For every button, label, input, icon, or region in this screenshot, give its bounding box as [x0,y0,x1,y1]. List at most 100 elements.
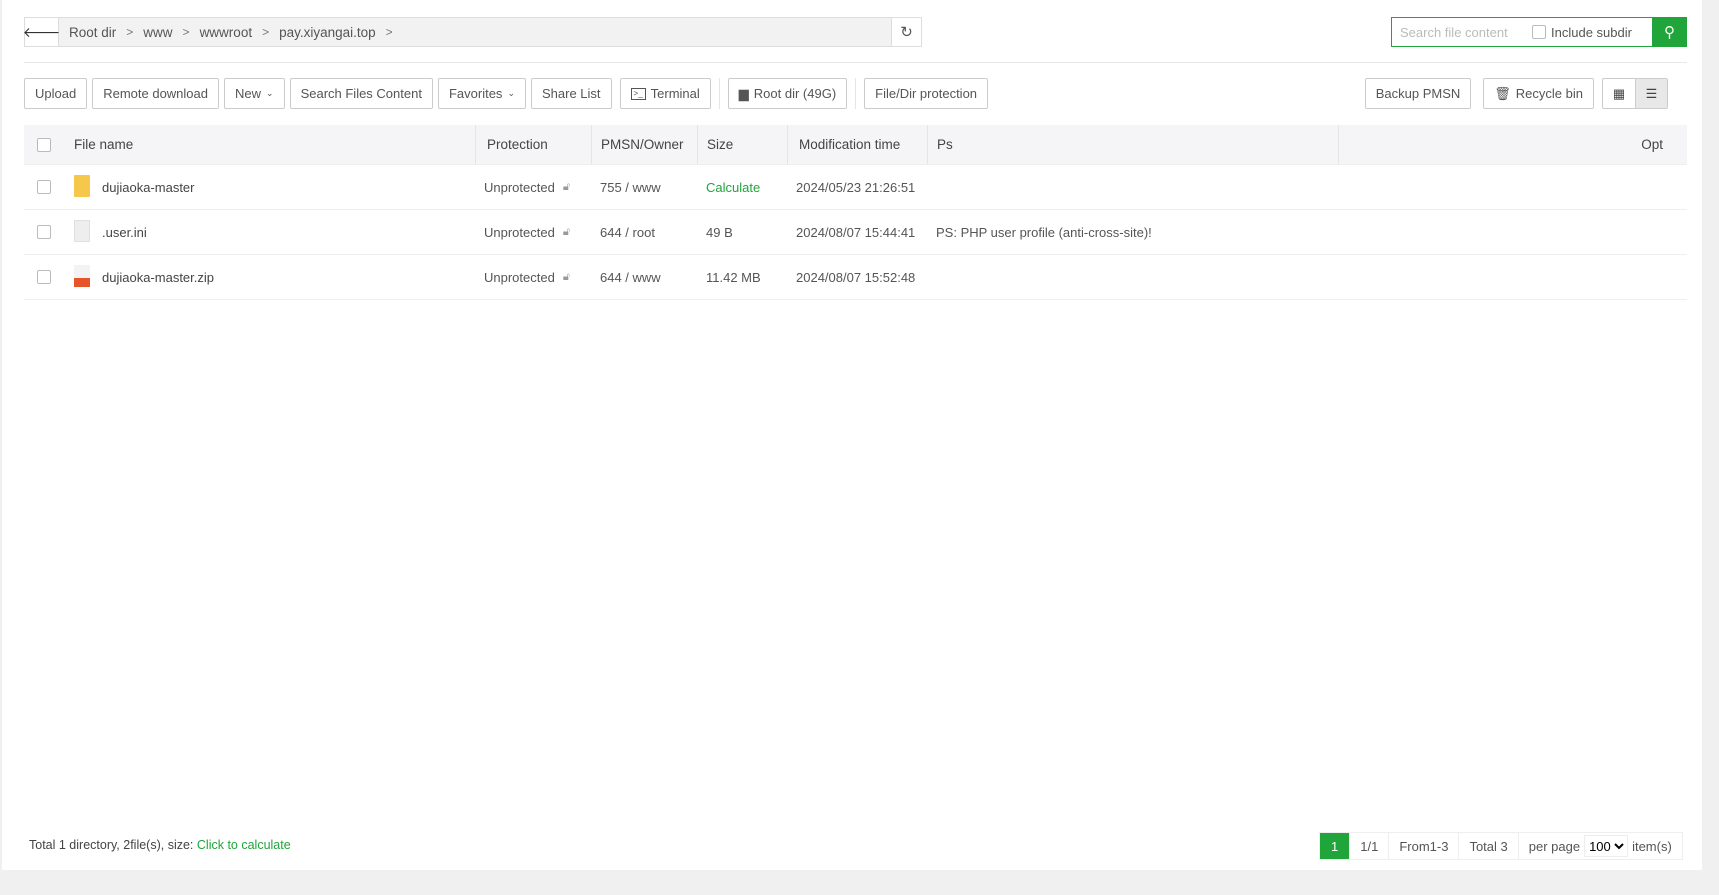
file-name-cell[interactable]: .user.ini [74,210,147,254]
crumb-label: Root dir [69,24,117,40]
root-dir-button[interactable]: ▆ Root dir (49G) [727,78,848,109]
page-total: Total 3 [1458,833,1517,859]
row-checkbox[interactable] [37,210,51,254]
crumb-label: www [143,24,173,40]
zip-icon [74,264,90,290]
crumb-label: wwwroot [199,24,253,40]
chevron-right-icon: > [385,25,393,39]
file-table: File name Protection PMSN/Owner Size Mod… [24,125,1687,300]
page-range: From1-3 [1388,833,1458,859]
terminal-icon: >_ [630,87,646,100]
label: Terminal [650,86,700,101]
folder-icon [74,174,90,200]
label: New [235,86,262,101]
breadcrumb: 🡐 Root dir > www > wwwroot > pay.xiyangai.t… [23,17,922,47]
protection-cell[interactable]: Unprotected 🔓︎ [475,165,570,209]
col-mtime[interactable]: Modification time [787,125,900,164]
file-icon [74,219,90,245]
file-manager-panel: 🡐 Root dir > www > wwwroot > pay.xiyangai.t… [2,0,1702,870]
label: File/Dir protection [875,86,978,101]
terminal-button[interactable]: >_ Terminal [619,78,711,109]
unlock-icon[interactable]: 🔓︎ [563,181,570,194]
file-name[interactable]: .user.ini [102,225,147,240]
refresh-icon: ↻ [900,24,913,41]
include-subdir-label: Include subdir [1551,24,1632,40]
remote-download-button[interactable]: Remote download [92,78,219,109]
ps-cell[interactable] [927,255,936,299]
label: Search Files Content [300,86,422,101]
trash-icon: 🗑 [1494,85,1511,101]
page-count: 1/1 [1349,833,1388,859]
file-dir-protection-button[interactable]: File/Dir protection [864,78,989,109]
new-dropdown[interactable]: New ⌄ [224,78,285,109]
protection-status: Unprotected [484,179,555,195]
refresh-button[interactable]: ↻ [891,18,921,46]
unlock-icon[interactable]: 🔓︎ [563,271,570,284]
owner-cell[interactable]: 755 / www [591,165,661,209]
ps-cell[interactable] [927,165,936,209]
col-opt: Opt [1641,137,1663,152]
col-protection[interactable]: Protection [475,125,548,164]
table-row[interactable]: dujiaoka-master Unprotected 🔓︎ 755 / www … [24,165,1687,210]
back-button[interactable]: 🡐 [23,18,60,46]
breadcrumb-item-wwwroot[interactable]: wwwroot > [200,25,280,40]
upload-button[interactable]: Upload [24,78,88,109]
footer-summary: Total 1 directory, 2file(s), size: Click… [29,838,291,852]
col-file-name[interactable]: File name [74,125,133,164]
breadcrumb-item-www[interactable]: www > [143,25,199,40]
divider [24,62,1687,63]
page-current[interactable]: 1 [1320,833,1350,859]
favorites-dropdown[interactable]: Favorites ⌄ [437,78,526,109]
pagination: 1 1/1 From1-3 Total 3 per page 100 item(s) [1319,832,1683,860]
label: Upload [35,86,77,101]
chevron-down-icon: ⌄ [266,88,274,98]
search-input[interactable] [1392,24,1532,40]
list-view-icon[interactable]: ☰ [1635,79,1667,108]
owner-cell[interactable]: 644 / root [591,210,655,254]
label: Root dir (49G) [753,86,837,101]
col-owner[interactable]: PMSN/Owner [591,125,684,164]
disk-icon: ▆ [738,85,749,101]
search-button[interactable]: ⚲ [1652,17,1687,47]
view-toggle: ▦ ☰ [1602,78,1668,109]
table-row[interactable]: dujiaoka-master.zip Unprotected 🔓︎ 644 / … [24,255,1687,300]
file-name[interactable]: dujiaoka-master [102,180,195,195]
chevron-down-icon: ⌄ [507,88,515,98]
summary-text: Total 1 directory, 2file(s), size: [29,838,194,852]
file-name-cell[interactable]: dujiaoka-master [74,165,195,209]
breadcrumb-item-root[interactable]: Root dir > [59,25,143,40]
size-cell[interactable]: Calculate [697,165,760,209]
share-list-button[interactable]: Share List [530,78,612,109]
row-checkbox[interactable] [37,165,51,209]
backup-pmsn-button[interactable]: Backup PMSN [1364,78,1472,109]
calculate-size-link[interactable]: Click to calculate [197,838,291,852]
grid-view-icon[interactable]: ▦ [1603,79,1635,108]
label: Share List [541,86,601,101]
label: Recycle bin [1515,86,1583,101]
select-all-checkbox[interactable] [37,125,51,164]
label: Backup PMSN [1375,86,1461,101]
table-row[interactable]: .user.ini Unprotected 🔓︎ 644 / root 49 B … [24,210,1687,255]
search-files-content-button[interactable]: Search Files Content [289,78,433,109]
protection-cell[interactable]: Unprotected 🔓︎ [475,255,570,299]
unlock-icon[interactable]: 🔓︎ [563,226,570,239]
content-search: Include subdir ⚲ [1391,17,1687,47]
per-page-select[interactable]: 100 [1584,835,1629,857]
recycle-bin-button[interactable]: 🗑 Recycle bin [1483,78,1594,109]
size-cell: 49 B [706,224,733,240]
chevron-right-icon: > [262,25,270,39]
checkbox[interactable] [1532,25,1546,39]
file-name[interactable]: dujiaoka-master.zip [102,270,214,285]
owner-cell[interactable]: 644 / www [591,255,661,299]
breadcrumb-item-site[interactable]: pay.xiyangai.top > [279,25,403,40]
col-size[interactable]: Size [697,125,733,164]
row-checkbox[interactable] [37,255,51,299]
chevron-right-icon: > [182,25,190,39]
items-label: item(s) [1632,838,1672,854]
include-subdir-checkbox[interactable]: Include subdir [1532,25,1632,40]
ps-cell[interactable]: PS: PHP user profile (anti-cross-site)! [927,210,1152,254]
chevron-right-icon: > [126,25,134,39]
file-name-cell[interactable]: dujiaoka-master.zip [74,255,214,299]
divider [718,78,720,109]
protection-cell[interactable]: Unprotected 🔓︎ [475,210,570,254]
